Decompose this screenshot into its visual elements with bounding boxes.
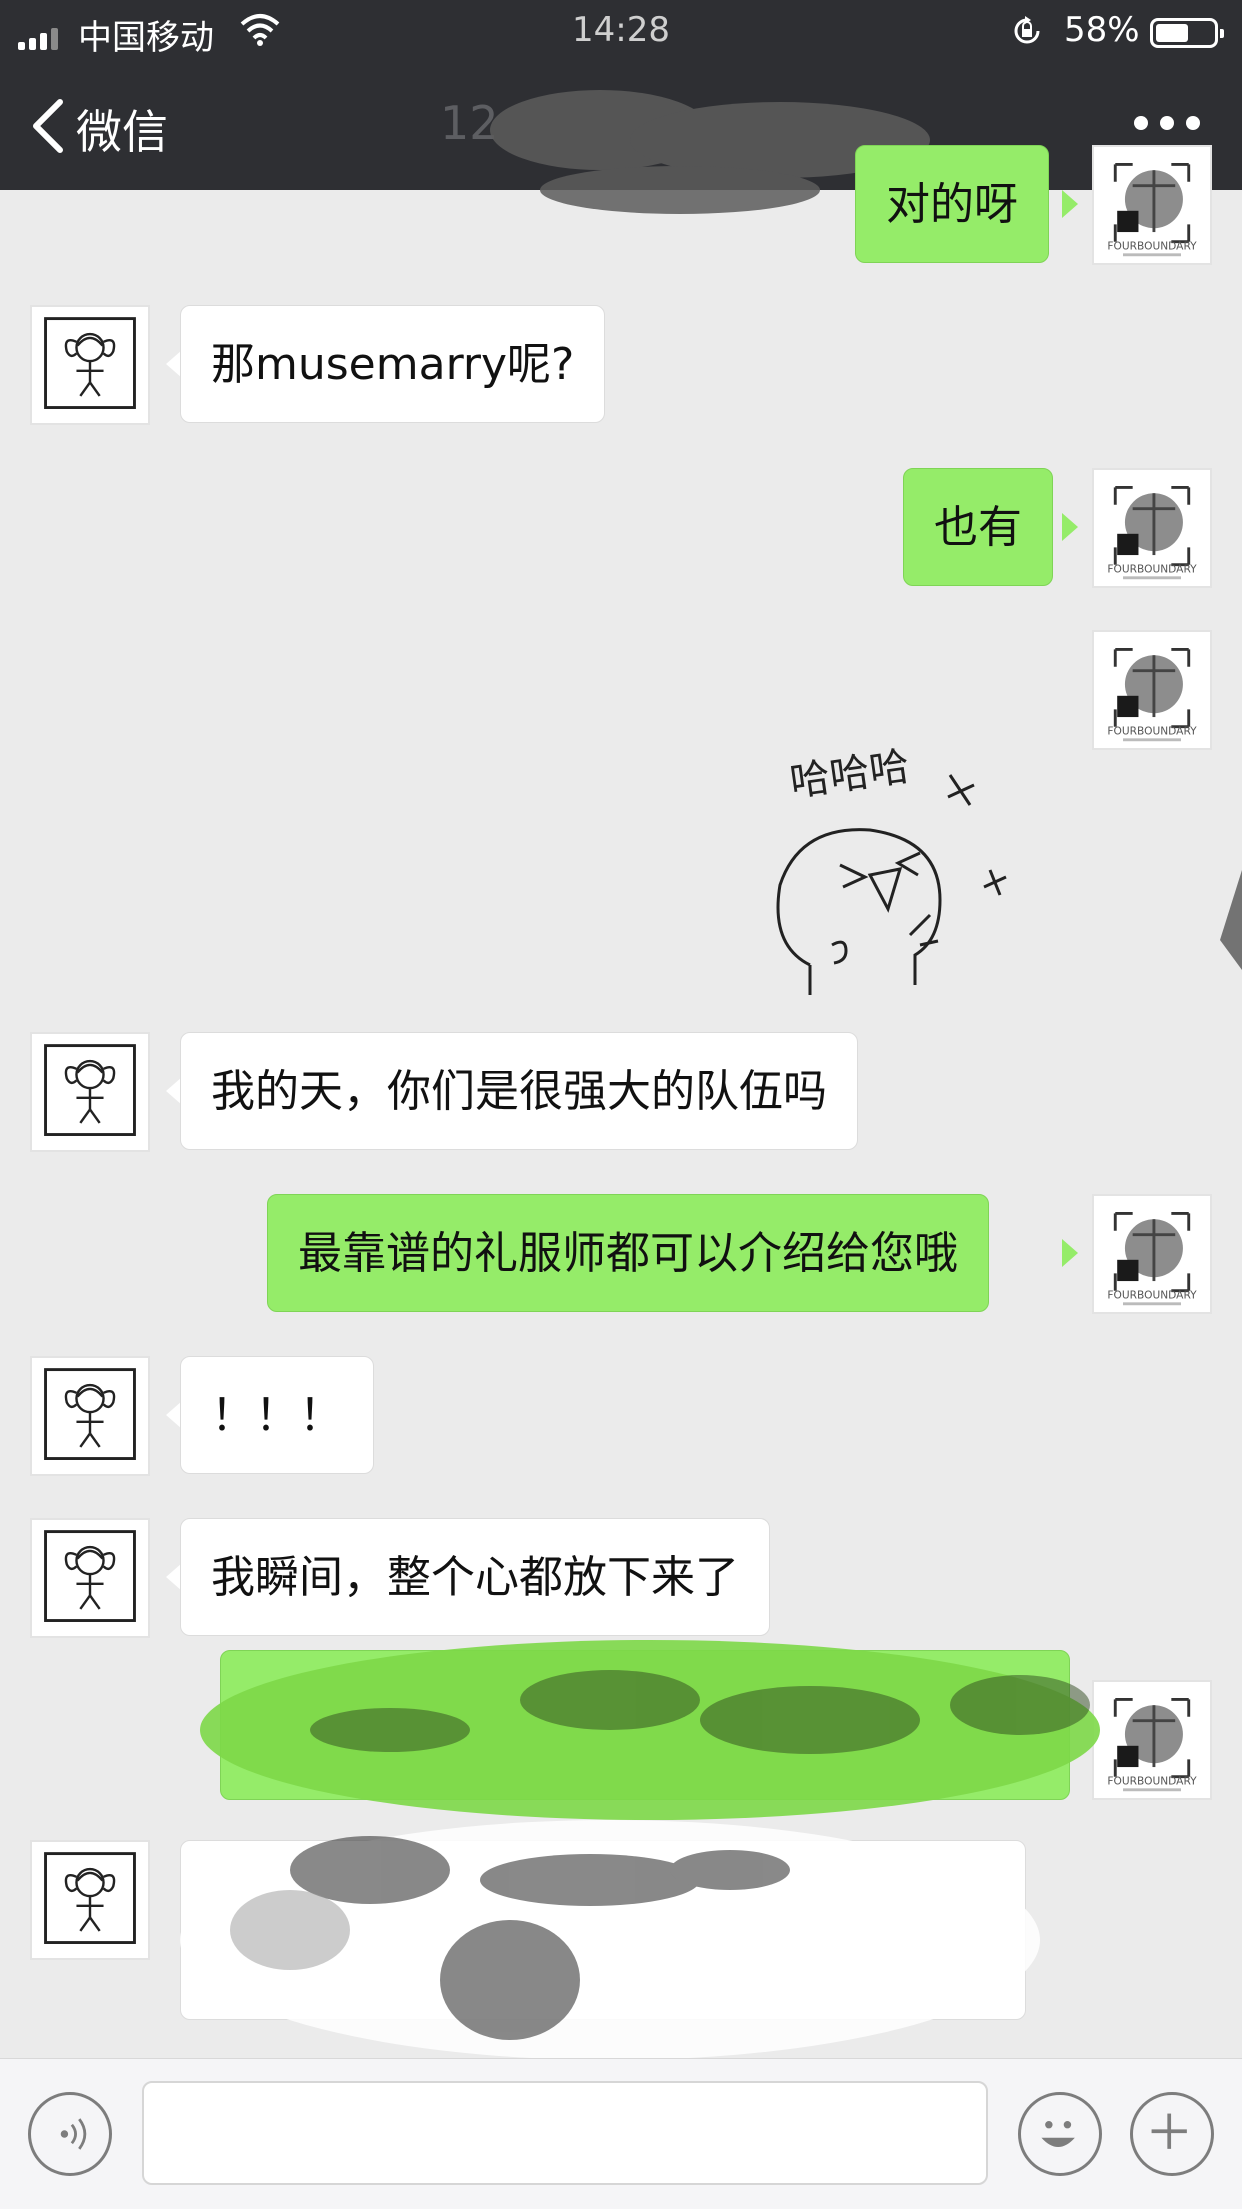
brand-avatar[interactable] <box>1092 1680 1212 1800</box>
brand-avatar[interactable] <box>1092 468 1212 588</box>
battery-icon <box>1150 18 1224 48</box>
brand-avatar[interactable] <box>1092 630 1212 750</box>
chevron-left-icon[interactable] <box>28 96 68 156</box>
voice-icon[interactable] <box>28 2092 112 2176</box>
message-bubble-incoming: ！！！ <box>180 1356 374 1474</box>
contact-avatar[interactable] <box>30 1356 150 1476</box>
bubble-tail <box>1062 1239 1078 1267</box>
top-bar: 中国移动 14:28 58% 微信 12 <box>0 0 1242 214</box>
plus-icon[interactable] <box>1130 2092 1214 2176</box>
message-bubble-incoming: 我的天，你们是很强大的队伍吗 <box>180 1032 858 1150</box>
bubble-tail <box>1062 513 1078 541</box>
message-bubble-outgoing: 最靠谱的礼服师都可以介绍给您哦 <box>267 1194 989 1312</box>
battery-percent: 58% <box>1064 10 1140 50</box>
input-bar <box>0 2058 1242 2209</box>
sticker-text: 哈哈哈 <box>787 744 912 806</box>
redaction-scribble <box>1220 870 1242 970</box>
orientation-lock-icon <box>1014 16 1040 44</box>
message-bubble-outgoing: 也有 <box>903 468 1053 586</box>
laughing-sticker[interactable]: 哈哈哈 <box>770 735 1020 995</box>
message-bubble-incoming: 那musemarry呢? <box>180 305 606 423</box>
emoji-icon[interactable] <box>1018 2092 1102 2176</box>
redaction-scribble <box>200 1640 1100 1820</box>
redaction-scribble <box>180 1820 1040 2060</box>
brand-avatar[interactable] <box>1092 145 1212 265</box>
back-button[interactable]: 微信 <box>76 96 168 162</box>
bubble-tail <box>1062 190 1078 218</box>
more-dots-icon[interactable] <box>1134 116 1200 130</box>
contact-avatar[interactable] <box>30 1518 150 1638</box>
message-input[interactable] <box>142 2081 988 2185</box>
brand-avatar[interactable] <box>1092 1194 1212 1314</box>
message-bubble-incoming: 我瞬间，整个心都放下来了 <box>180 1518 770 1636</box>
message-bubble-outgoing: 对的呀 <box>855 145 1049 263</box>
contact-avatar[interactable] <box>30 1840 150 1960</box>
contact-avatar[interactable] <box>30 305 150 425</box>
contact-avatar[interactable] <box>30 1032 150 1152</box>
